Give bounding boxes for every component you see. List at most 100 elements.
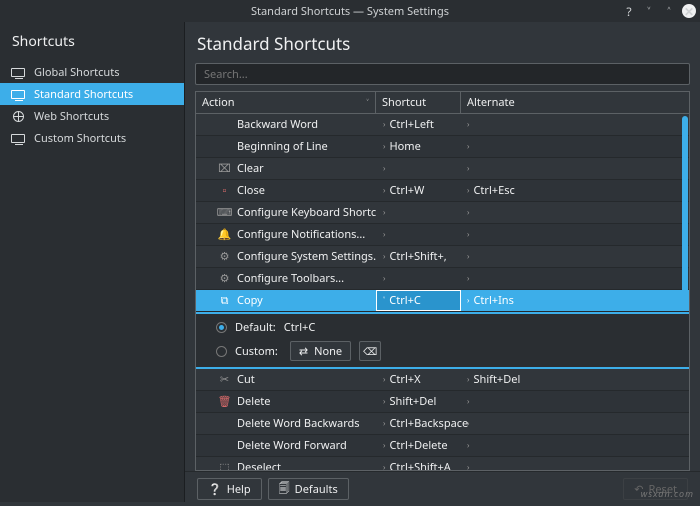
sidebar-item-label: Global Shortcuts [34, 65, 119, 80]
chevron-right-icon: › [383, 185, 385, 196]
chevron-right-icon: › [467, 251, 469, 262]
table-row[interactable]: ⬚Deselect›Ctrl+Shift+A› [196, 457, 689, 470]
defaults-button[interactable]: 🗐Defaults [268, 478, 349, 500]
reset-button[interactable]: ↶Reset [623, 478, 688, 500]
action-icon [218, 417, 231, 430]
table-row[interactable]: ✂Cut›Ctrl+X›Shift+Del [196, 369, 689, 391]
custom-shortcut-button[interactable]: ⇄None [290, 341, 351, 361]
chevron-right-icon: › [383, 163, 385, 174]
chevron-right-icon: › [383, 462, 385, 470]
table-row[interactable]: ⌨Configure Keyboard Shortcuts...›› [196, 202, 689, 224]
custom-label: Custom: [235, 344, 278, 359]
chevron-right-icon: › [383, 207, 385, 218]
keyboard-icon [10, 132, 26, 144]
table-row[interactable]: Backward Word›Ctrl+Left› [196, 114, 689, 136]
chevron-right-icon: › [467, 273, 469, 284]
footer: ❔Help 🗐Defaults ↶Reset [185, 471, 700, 506]
chevron-right-icon: › [467, 295, 469, 306]
table-body: Backward Word›Ctrl+Left› Beginning of Li… [196, 114, 689, 470]
action-icon [218, 439, 231, 452]
chevron-right-icon: › [467, 185, 469, 196]
defaults-icon: 🗐 [279, 480, 290, 499]
table-row[interactable]: Delete Word Forward›Ctrl+Delete› [196, 435, 689, 457]
sidebar-item-web[interactable]: Web Shortcuts [0, 105, 184, 127]
help-icon[interactable]: ? [622, 4, 636, 18]
search-box [195, 63, 690, 85]
table-row[interactable]: Delete Word Backwards›Ctrl+Backspace› [196, 413, 689, 435]
radio-custom[interactable] [216, 346, 227, 357]
default-radio-row[interactable]: Default: Ctrl+C [216, 320, 669, 335]
delete-icon: 🗑 [218, 395, 231, 408]
window-title: Standard Shortcuts — System Settings [251, 4, 449, 19]
chevron-right-icon: › [383, 396, 385, 407]
table-row[interactable]: ▫Close›Ctrl+W›Ctrl+Esc [196, 180, 689, 202]
table-row[interactable]: Beginning of Line›Home› [196, 136, 689, 158]
radio-default[interactable] [216, 322, 227, 333]
globe-icon [10, 110, 26, 122]
default-value: Ctrl+C [284, 320, 316, 335]
default-label: Default: [235, 320, 276, 335]
settings-icon: ⚙ [218, 272, 231, 285]
deselect-icon: ⬚ [218, 461, 231, 470]
chevron-right-icon: › [467, 207, 469, 218]
chevron-right-icon: › [383, 440, 385, 451]
help-button[interactable]: ❔Help [197, 478, 262, 500]
close-icon: ▫ [218, 184, 231, 197]
search-input[interactable] [195, 63, 690, 85]
sidebar-item-label: Web Shortcuts [34, 109, 109, 124]
content-area: Standard Shortcuts Action˅ Shortcut Alte… [185, 22, 700, 502]
close-icon[interactable]: ✕ [682, 4, 696, 18]
bell-icon: 🔔 [218, 228, 231, 241]
chevron-right-icon: › [467, 440, 469, 451]
sort-icon: ˅ [366, 96, 369, 109]
chevron-right-icon: › [467, 229, 469, 240]
clear-shortcut-button[interactable]: ⌫ [359, 341, 381, 361]
chevron-right-icon: › [383, 273, 385, 284]
table-row[interactable]: 🗑Delete›Shift+Del› [196, 391, 689, 413]
chevron-right-icon: › [467, 119, 469, 130]
chevron-right-icon: › [383, 141, 385, 152]
table-row[interactable]: ⌧Clear›› [196, 158, 689, 180]
shortcut-detail-panel: Default: Ctrl+C Custom: ⇄None ⌫ [196, 312, 689, 369]
chevron-right-icon: › [383, 374, 385, 385]
window-controls: ? ˅ ˄ ✕ [622, 4, 696, 18]
sidebar-item-label: Standard Shortcuts [34, 87, 133, 102]
action-icon [218, 140, 231, 153]
table-row-selected[interactable]: ⧉Copy˅Ctrl+C›Ctrl+Ins [196, 290, 689, 312]
chevron-right-icon: › [383, 229, 385, 240]
table-row[interactable]: ⚙Configure Toolbars...›› [196, 268, 689, 290]
custom-radio-row[interactable]: Custom: ⇄None ⌫ [216, 341, 669, 361]
chevron-right-icon: › [467, 462, 469, 470]
chevron-right-icon: › [383, 418, 385, 429]
swap-icon: ⇄ [299, 344, 308, 359]
chevron-right-icon: › [467, 418, 469, 429]
table-header: Action˅ Shortcut Alternate [196, 92, 689, 114]
cut-icon: ✂ [218, 373, 231, 386]
settings-icon: ⚙ [218, 250, 231, 263]
column-shortcut[interactable]: Shortcut [376, 92, 461, 113]
sidebar-item-global[interactable]: Global Shortcuts [0, 61, 184, 83]
maximize-icon[interactable]: ˄ [662, 4, 676, 18]
chevron-right-icon: › [383, 119, 385, 130]
chevron-right-icon: › [383, 251, 385, 262]
sidebar: Shortcuts Global Shortcuts Standard Shor… [0, 22, 185, 502]
scrollbar-thumb[interactable] [682, 116, 688, 296]
copy-icon: ⧉ [218, 294, 231, 307]
help-icon: ❔ [208, 482, 222, 497]
titlebar: Standard Shortcuts — System Settings ? ˅… [0, 0, 700, 22]
chevron-right-icon: › [467, 396, 469, 407]
shortcuts-table: Action˅ Shortcut Alternate Backward Word… [195, 91, 690, 471]
clear-icon: ⌧ [218, 162, 231, 175]
sidebar-item-label: Custom Shortcuts [34, 131, 126, 146]
minimize-icon[interactable]: ˅ [642, 4, 656, 18]
action-icon [218, 118, 231, 131]
table-row[interactable]: ⚙Configure System Settings...›Ctrl+Shift… [196, 246, 689, 268]
sidebar-heading: Shortcuts [0, 22, 184, 61]
sidebar-item-standard[interactable]: Standard Shortcuts [0, 83, 184, 105]
configure-icon: ⌨ [218, 206, 231, 219]
column-alternate[interactable]: Alternate [461, 92, 689, 113]
sidebar-item-custom[interactable]: Custom Shortcuts [0, 127, 184, 149]
table-row[interactable]: 🔔Configure Notifications...›› [196, 224, 689, 246]
vertical-scrollbar[interactable] [680, 116, 688, 468]
column-action[interactable]: Action˅ [196, 92, 376, 113]
